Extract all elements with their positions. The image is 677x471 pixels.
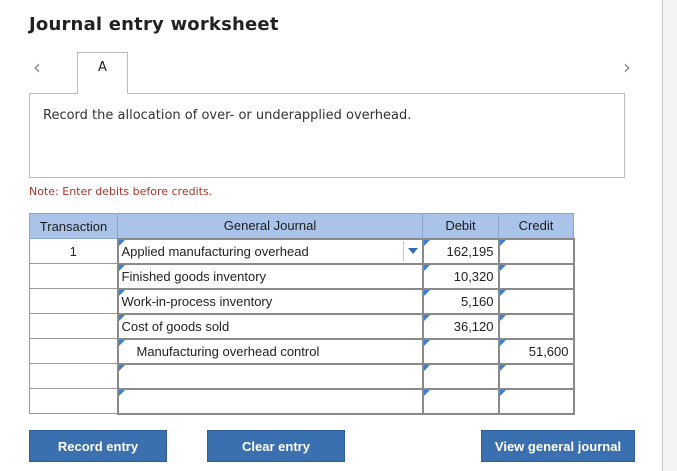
header-general-journal: General Journal: [117, 213, 423, 239]
table-row: [29, 362, 575, 390]
account-dropdown-button[interactable]: [402, 240, 422, 261]
transaction-cell: [29, 388, 118, 414]
debit-field[interactable]: [421, 362, 500, 390]
account-field[interactable]: [116, 387, 424, 415]
chevron-right-icon[interactable]: ›: [617, 56, 637, 78]
credit-field[interactable]: [497, 287, 575, 315]
journal-header-row: Transaction General Journal Debit Credit: [29, 213, 574, 239]
account-field[interactable]: Work-in-process inventory: [116, 287, 424, 315]
debit-field[interactable]: 36,120: [421, 312, 500, 340]
account-field[interactable]: Manufacturing overhead control: [116, 337, 424, 365]
cell-marker-icon: [423, 389, 430, 396]
tab-label: A: [98, 60, 107, 75]
view-general-journal-button[interactable]: View general journal: [481, 430, 635, 462]
cell-marker-icon: [118, 339, 125, 346]
credit-field[interactable]: [497, 362, 575, 390]
debit-value: 36,120: [453, 318, 494, 334]
note-text: Note: Enter debits before credits.: [29, 185, 213, 198]
cell-marker-icon: [499, 364, 506, 371]
account-field[interactable]: [116, 362, 424, 390]
credit-field[interactable]: [497, 312, 575, 340]
account-text: Cost of goods sold: [121, 318, 230, 334]
cell-marker-icon: [499, 239, 506, 246]
account-text: Work-in-process inventory: [121, 293, 273, 309]
header-credit: Credit: [498, 213, 574, 239]
prompt-text: Record the allocation of over- or undera…: [43, 108, 412, 123]
account-field[interactable]: Finished goods inventory: [116, 262, 424, 290]
journal-body: 1 Applied manufacturing overhead 162,195 Fi…: [29, 237, 575, 415]
cell-marker-icon: [423, 339, 430, 346]
header-debit: Debit: [422, 213, 499, 239]
debit-value: 10,320: [453, 268, 494, 284]
prompt-box: Record the allocation of over- or undera…: [29, 93, 625, 178]
caret-down-icon: [407, 247, 418, 254]
credit-field[interactable]: 51,600: [497, 337, 575, 365]
cell-marker-icon: [499, 289, 506, 296]
tab-a[interactable]: A: [77, 52, 128, 94]
header-transaction: Transaction: [29, 213, 118, 239]
account-text: Applied manufacturing overhead: [121, 243, 309, 259]
transaction-cell: [29, 288, 118, 314]
cell-marker-icon: [118, 364, 125, 371]
cell-marker-icon: [499, 314, 506, 321]
table-row: Manufacturing overhead control 51,600: [29, 337, 575, 365]
transaction-cell: 1: [29, 238, 118, 264]
journal-table: Transaction General Journal Debit Credit…: [29, 213, 575, 415]
table-row: 1 Applied manufacturing overhead 162,195: [29, 237, 575, 265]
cell-marker-icon: [423, 289, 430, 296]
transaction-cell: [29, 363, 118, 389]
debit-value: 5,160: [460, 293, 494, 309]
debit-field[interactable]: 10,320: [421, 262, 500, 290]
table-row: [29, 387, 575, 415]
cell-marker-icon: [423, 264, 430, 271]
cell-marker-icon: [118, 389, 125, 396]
right-gutter: [663, 0, 677, 471]
debit-field[interactable]: 162,195: [421, 237, 500, 265]
credit-field[interactable]: [497, 262, 575, 290]
cell-marker-icon: [423, 364, 430, 371]
transaction-cell: [29, 313, 118, 339]
debit-value: 162,195: [446, 243, 494, 259]
table-row: Cost of goods sold 36,120: [29, 312, 575, 340]
debit-field[interactable]: 5,160: [421, 287, 500, 315]
transaction-cell: [29, 338, 118, 364]
account-field[interactable]: Cost of goods sold: [116, 312, 424, 340]
transaction-cell: [29, 263, 118, 289]
credit-field[interactable]: [497, 237, 575, 265]
credit-value: 51,600: [528, 343, 569, 359]
account-text: Finished goods inventory: [121, 268, 267, 284]
credit-field[interactable]: [497, 387, 575, 415]
record-entry-button[interactable]: Record entry: [29, 430, 167, 462]
table-row: Finished goods inventory 10,320: [29, 262, 575, 290]
account-text: Manufacturing overhead control: [136, 343, 320, 359]
account-field[interactable]: Applied manufacturing overhead: [116, 237, 424, 265]
cell-marker-icon: [423, 314, 430, 321]
cell-marker-icon: [499, 339, 506, 346]
clear-entry-button[interactable]: Clear entry: [207, 430, 345, 462]
cell-marker-icon: [499, 264, 506, 271]
cell-marker-icon: [499, 389, 506, 396]
cell-marker-icon: [423, 239, 430, 246]
table-row: Work-in-process inventory 5,160: [29, 287, 575, 315]
chevron-left-icon[interactable]: ‹: [27, 56, 47, 78]
debit-field[interactable]: [421, 387, 500, 415]
debit-field[interactable]: [421, 337, 500, 365]
worksheet-title: Journal entry worksheet: [29, 14, 279, 35]
